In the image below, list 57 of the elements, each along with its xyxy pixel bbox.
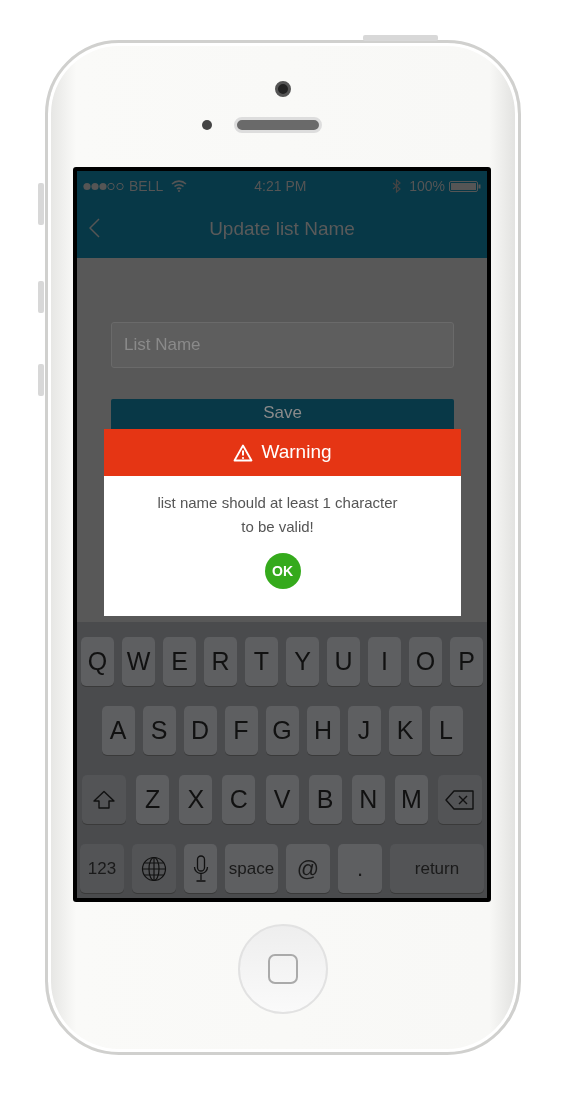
letter-key[interactable]: B <box>308 775 342 824</box>
letter-key[interactable]: H <box>306 706 340 755</box>
shift-key[interactable] <box>82 775 126 824</box>
numbers-key[interactable]: 123 <box>80 844 124 893</box>
return-key[interactable]: return <box>390 844 484 893</box>
sensor-icon <box>202 120 212 130</box>
dialog-message: list name should at least 1 character to be valid! <box>156 493 399 537</box>
wifi-icon <box>171 180 188 192</box>
backspace-key[interactable] <box>438 775 482 824</box>
camera-icon <box>275 81 291 97</box>
letter-key[interactable]: J <box>347 706 381 755</box>
letter-key[interactable]: L <box>429 706 463 755</box>
letter-key[interactable]: E <box>163 637 196 686</box>
space-key[interactable]: space <box>225 844 278 893</box>
letter-key[interactable]: F <box>224 706 258 755</box>
globe-icon <box>141 855 167 882</box>
screen-title: Update list Name <box>209 217 355 242</box>
back-icon[interactable] <box>89 218 100 238</box>
letter-key[interactable]: I <box>368 637 401 686</box>
backspace-icon <box>445 789 475 810</box>
microphone-icon <box>192 854 209 883</box>
letter-key[interactable]: U <box>327 637 360 686</box>
letter-key[interactable]: Z <box>136 775 170 824</box>
speaker-icon <box>234 117 322 133</box>
letter-key[interactable]: K <box>388 706 422 755</box>
symbol-key[interactable]: @ <box>286 844 330 893</box>
letter-key[interactable]: N <box>351 775 385 824</box>
letter-key[interactable]: Q <box>81 637 114 686</box>
status-time: 4:21 PM <box>254 176 307 196</box>
letter-key[interactable]: V <box>265 775 299 824</box>
side-button[interactable] <box>38 281 44 313</box>
warning-icon <box>233 443 254 462</box>
home-square-icon <box>268 954 298 984</box>
letter-key[interactable]: S <box>142 706 176 755</box>
letter-key[interactable]: C <box>222 775 256 824</box>
ok-button[interactable]: OK <box>264 553 301 589</box>
letter-key[interactable]: M <box>394 775 428 824</box>
letter-key[interactable]: D <box>183 706 217 755</box>
letter-key[interactable]: Y <box>286 637 319 686</box>
letter-key[interactable]: R <box>204 637 237 686</box>
letter-key[interactable]: A <box>101 706 135 755</box>
signal-icon <box>83 181 125 191</box>
letter-key[interactable]: X <box>179 775 213 824</box>
shift-icon <box>92 789 116 810</box>
battery-icon <box>449 180 481 192</box>
mic-key[interactable] <box>184 844 217 893</box>
letter-key[interactable]: O <box>409 637 442 686</box>
letter-key[interactable]: W <box>122 637 155 686</box>
bluetooth-icon <box>392 179 402 193</box>
battery-percent: 100% <box>409 176 445 196</box>
letter-key[interactable]: T <box>245 637 278 686</box>
carrier-label: BELL <box>129 176 164 196</box>
symbol-key[interactable]: . <box>338 844 382 893</box>
side-button[interactable] <box>38 364 44 396</box>
globe-key[interactable] <box>132 844 176 893</box>
letter-key[interactable]: P <box>450 637 483 686</box>
letter-key[interactable]: G <box>265 706 299 755</box>
